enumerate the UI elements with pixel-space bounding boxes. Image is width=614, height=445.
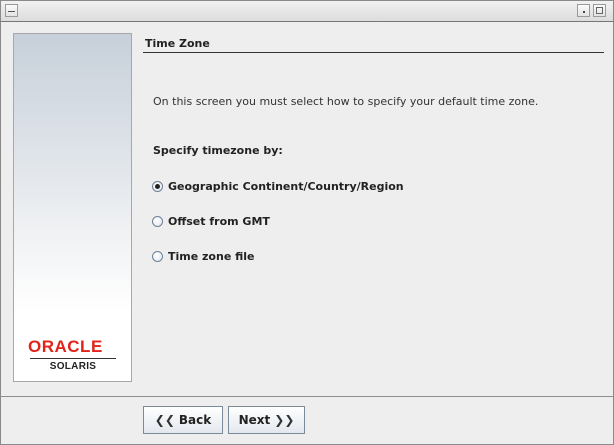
option-geographic[interactable]: Geographic Continent/Country/Region (152, 178, 404, 194)
option-label: Time zone file (168, 249, 255, 263)
specify-label: Specify timezone by: (153, 144, 283, 157)
option-label: Offset from GMT (168, 214, 270, 228)
page-title: Time Zone (145, 37, 210, 50)
radio-button-selected[interactable] (152, 180, 163, 192)
minimize-icon[interactable] (577, 4, 590, 17)
title-divider (143, 52, 604, 53)
double-chevron-left-icon: ❮❮ (154, 413, 175, 427)
back-button-label: Back (178, 413, 212, 427)
next-button-label: Next (238, 413, 271, 427)
next-button[interactable]: Next ❯❯ (228, 406, 305, 434)
side-banner: ORACLE SOLARIS (13, 33, 132, 382)
option-gmt-offset[interactable]: Offset from GMT (152, 213, 270, 229)
oracle-logo: ORACLE (28, 337, 103, 356)
window-menu-icon[interactable] (5, 4, 18, 17)
logo-divider (30, 358, 116, 359)
maximize-icon[interactable] (593, 4, 606, 17)
radio-button[interactable] (152, 250, 163, 262)
option-label: Geographic Continent/Country/Region (168, 179, 404, 193)
title-bar[interactable] (0, 0, 614, 22)
double-chevron-right-icon: ❯❯ (274, 413, 295, 427)
back-button[interactable]: ❮❮ Back (143, 406, 223, 434)
intro-text: On this screen you must select how to sp… (153, 95, 539, 108)
option-timezone-file[interactable]: Time zone file (152, 248, 255, 264)
product-name: SOLARIS (49, 361, 97, 372)
footer-divider (0, 396, 614, 397)
radio-button[interactable] (152, 215, 163, 227)
